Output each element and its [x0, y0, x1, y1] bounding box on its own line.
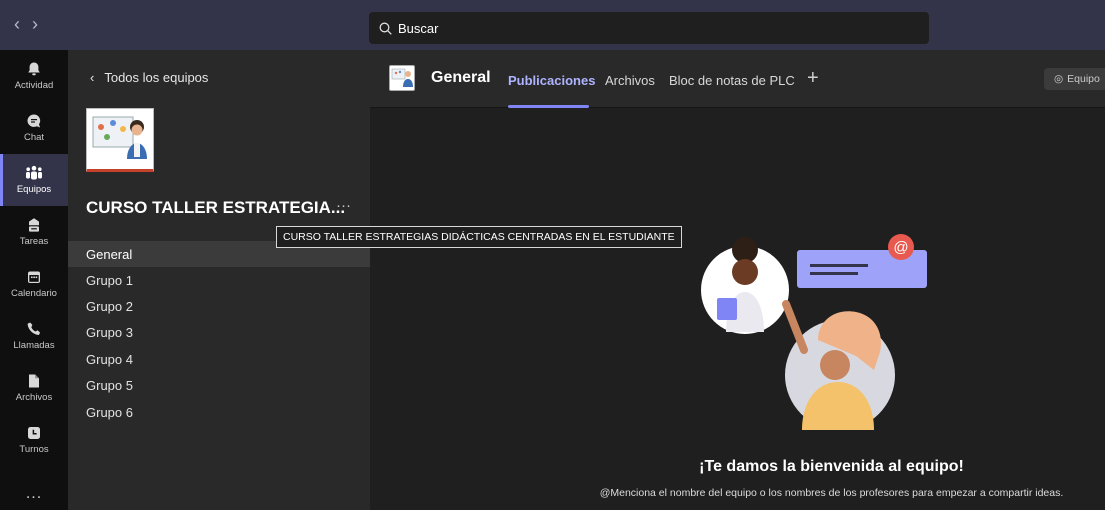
team-button-label: Equipo [1067, 73, 1100, 85]
rail-label: Llamadas [13, 340, 55, 351]
team-picture [92, 116, 147, 159]
shifts-icon [28, 427, 40, 439]
rail-item-equipos[interactable]: Equipos [0, 154, 68, 206]
welcome-title: ¡Te damos la bienvenida al equipo! [699, 458, 964, 475]
rail-item-calendario[interactable]: Calendario [0, 258, 68, 310]
forward-arrow-icon[interactable]: › [32, 14, 38, 35]
chevron-left-icon: ‹ [90, 70, 95, 85]
rail-item-chat[interactable]: Chat [0, 102, 68, 154]
rail-label: Chat [23, 132, 45, 143]
all-teams-link[interactable]: ‹ Todos los equipos [90, 70, 208, 85]
teams-icon [26, 165, 42, 180]
add-tab-button[interactable]: + [807, 67, 819, 90]
channel-team-avatar [389, 65, 415, 91]
rail-item-archivos[interactable]: Archivos [0, 362, 68, 414]
rail-label: Calendario [11, 288, 57, 299]
rail-item-llamadas[interactable]: Llamadas [0, 310, 68, 362]
rail-label: Turnos [19, 444, 49, 455]
more-apps-button[interactable]: ... [0, 485, 68, 503]
rail-label: Tareas [19, 236, 49, 247]
channel-header: General Publicaciones Archivos Bloc de n… [370, 50, 1105, 108]
search-input[interactable]: Buscar [369, 12, 929, 44]
welcome-illustration: @ [701, 234, 927, 430]
calendar-icon [28, 271, 40, 283]
team-picture-small [391, 68, 413, 87]
channel-item-grupo-3[interactable]: Grupo 3 [68, 319, 370, 345]
back-arrow-icon[interactable]: ‹ [14, 14, 20, 35]
app-rail: Actividad Chat Equipos Tareas Calendario… [0, 50, 68, 510]
rail-item-tareas[interactable]: Tareas [0, 206, 68, 258]
channel-title: General [431, 69, 491, 86]
rail-label: Equipos [16, 184, 52, 195]
history-nav: ‹ › [14, 14, 38, 35]
file-icon [29, 374, 39, 388]
active-tab-indicator [508, 105, 589, 108]
svg-text:@: @ [893, 239, 908, 256]
rail-item-turnos[interactable]: Turnos [0, 414, 68, 466]
rail-label: Archivos [15, 392, 53, 403]
tab-archivos[interactable]: Archivos [605, 73, 655, 88]
bell-icon [28, 62, 40, 76]
team-name-tooltip: CURSO TALLER ESTRATEGIAS DIDÁCTICAS CENT… [276, 226, 682, 248]
team-name[interactable]: CURSO TALLER ESTRATEGIA... [86, 198, 345, 218]
search-placeholder: Buscar [398, 20, 439, 36]
team-more-options-icon[interactable]: ··· [336, 197, 351, 214]
search-icon [379, 22, 392, 35]
phone-icon [27, 322, 41, 335]
channel-item-grupo-5[interactable]: Grupo 5 [68, 372, 370, 398]
eye-icon: ◎ [1054, 73, 1064, 85]
tab-bloc-de-notas[interactable]: Bloc de notas de PLC [669, 73, 795, 88]
tab-publicaciones[interactable]: Publicaciones [508, 73, 595, 88]
team-button[interactable]: ◎ Equipo [1044, 68, 1105, 90]
chat-icon [27, 114, 41, 128]
rail-label: Actividad [14, 80, 54, 91]
team-panel: ‹ Todos los equipos CURSO TALLER ESTRATE… [68, 50, 370, 510]
rail-item-actividad[interactable]: Actividad [0, 50, 68, 102]
assignments-icon [29, 218, 39, 232]
channel-item-grupo-4[interactable]: Grupo 4 [68, 346, 370, 372]
channel-item-grupo-2[interactable]: Grupo 2 [68, 293, 370, 319]
channel-item-grupo-6[interactable]: Grupo 6 [68, 399, 370, 425]
channel-content: General Publicaciones Archivos Bloc de n… [370, 50, 1105, 510]
team-avatar[interactable] [86, 108, 154, 172]
top-bar: ‹ › Buscar [0, 0, 1105, 50]
welcome-subtitle: @Menciona el nombre del equipo o los nom… [599, 487, 1064, 499]
all-teams-label: Todos los equipos [104, 70, 209, 85]
channel-item-grupo-1[interactable]: Grupo 1 [68, 267, 370, 293]
